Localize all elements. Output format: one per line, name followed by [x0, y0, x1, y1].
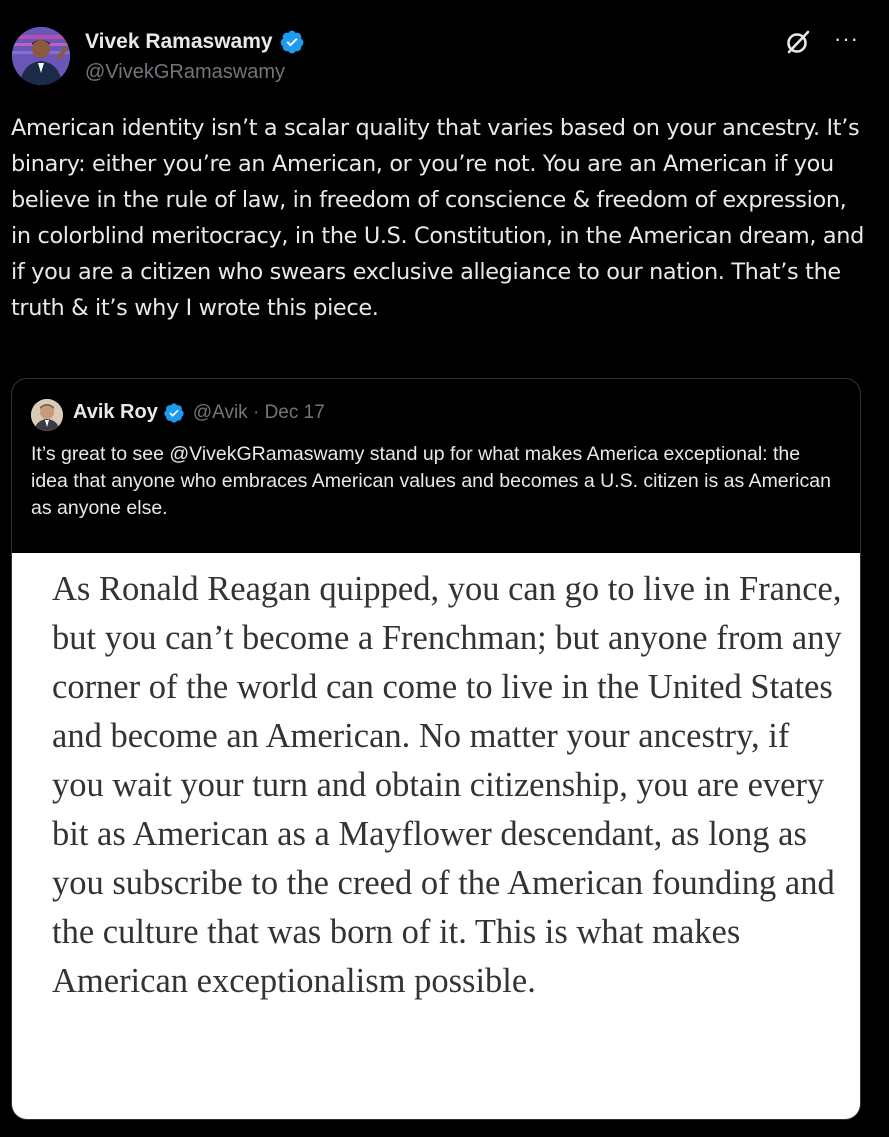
quote-image[interactable]: As Ronald Reagan quipped, you can go to … — [12, 553, 860, 1119]
quote-author-handle[interactable]: @Avik — [193, 402, 248, 423]
author-avatar[interactable] — [12, 27, 70, 85]
verified-badge-icon — [164, 402, 184, 423]
quote-separator: · — [252, 401, 260, 423]
author-name[interactable]: Vivek Ramaswamy — [85, 29, 305, 55]
quote-text: It’s great to see @VivekGRamaswamy stand… — [31, 443, 831, 519]
author-handle[interactable]: @VivekGRamaswamy — [85, 61, 285, 84]
grok-icon[interactable] — [784, 28, 812, 56]
quote-image-text: As Ronald Reagan quipped, you can go to … — [52, 570, 842, 1000]
verified-badge-icon — [280, 30, 303, 54]
tweet: Vivek Ramaswamy @VivekGRamaswamy ··· Ame… — [0, 0, 889, 1137]
tweet-text: American identity isn’t a scalar quality… — [11, 115, 864, 321]
top-actions: ··· — [784, 28, 859, 56]
quoted-tweet[interactable]: Avik Roy @Avik · Dec 17 It’s great to se… — [11, 378, 861, 1120]
quote-author-name[interactable]: Avik Roy — [73, 401, 158, 424]
quote-author-line: Avik Roy @Avik · Dec 17 — [73, 401, 325, 424]
quote-date[interactable]: Dec 17 — [265, 402, 325, 423]
quote-meta: @Avik · Dec 17 — [193, 402, 325, 424]
author-name-text[interactable]: Vivek Ramaswamy — [85, 30, 273, 54]
more-icon[interactable]: ··· — [834, 28, 859, 50]
quote-author-avatar[interactable] — [31, 399, 63, 431]
